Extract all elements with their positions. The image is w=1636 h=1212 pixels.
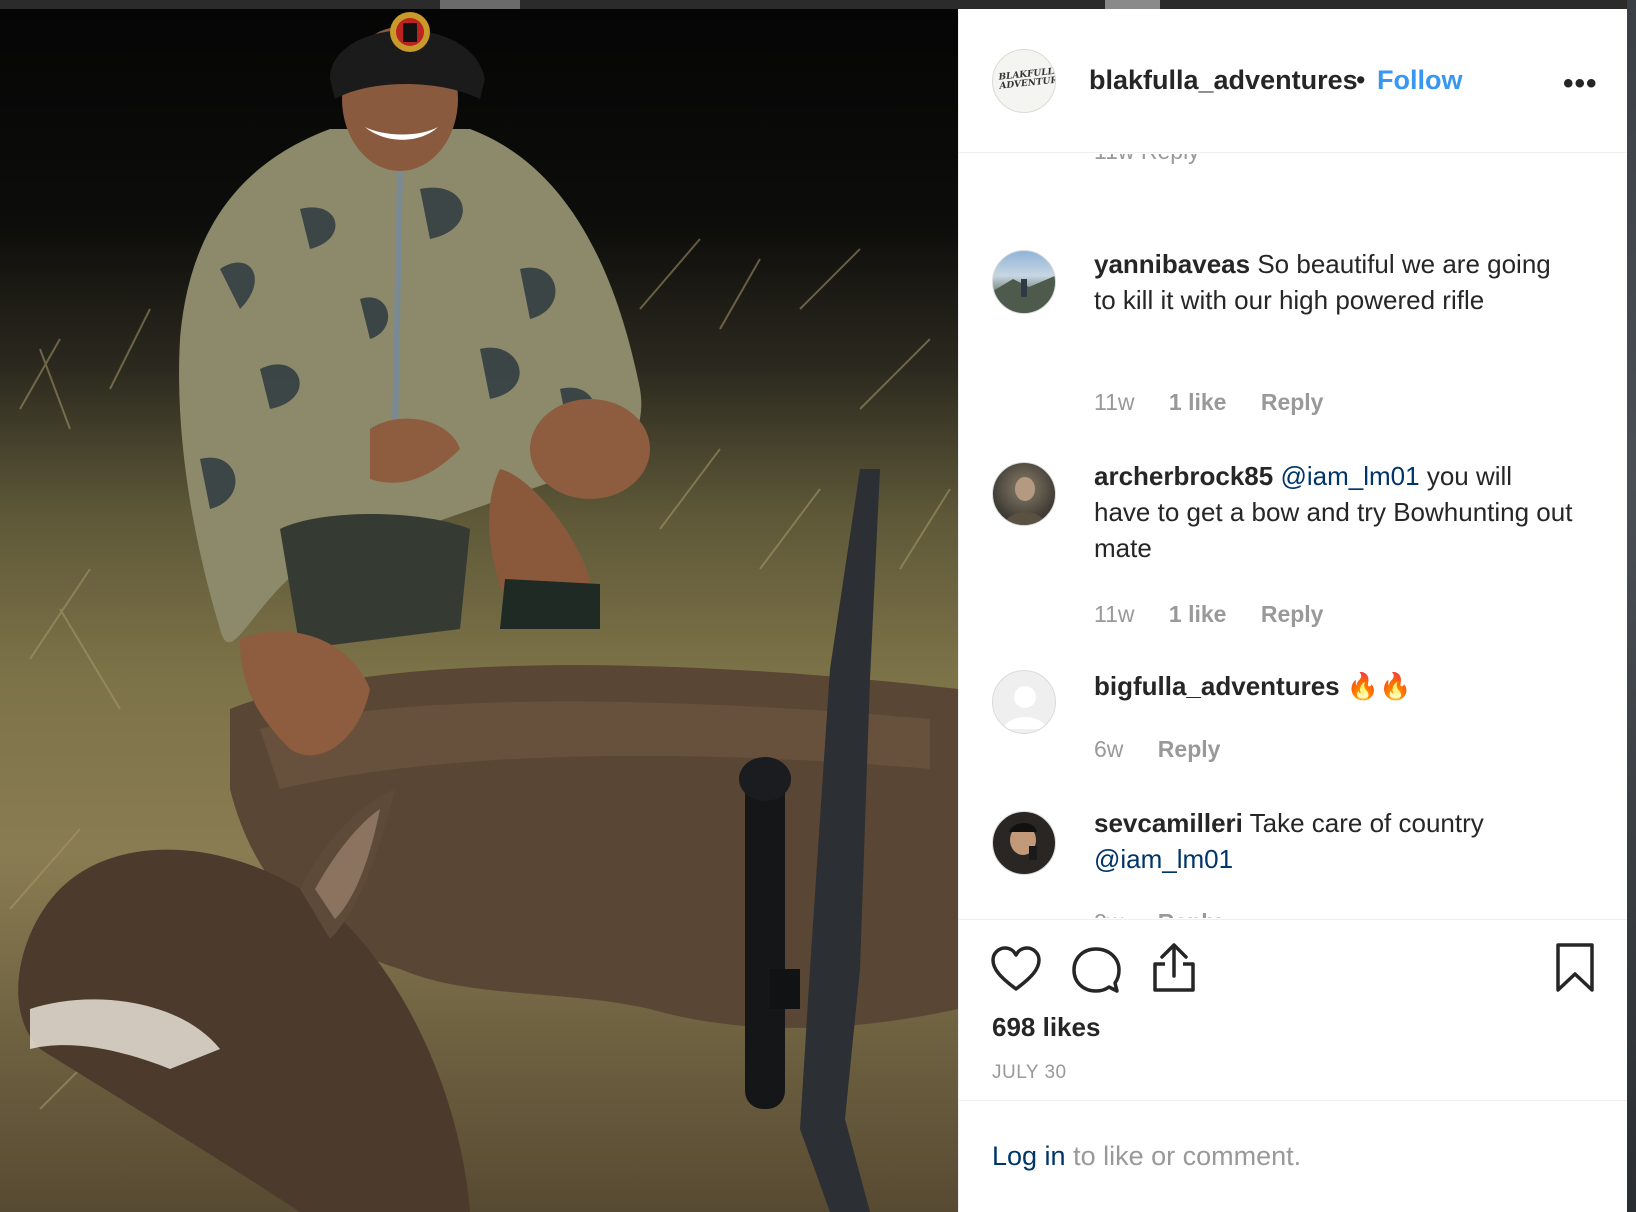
comment-meta: 2w Reply xyxy=(1094,909,1248,918)
commenter-avatar[interactable] xyxy=(992,462,1056,526)
comment-meta: 11w 1 like Reply xyxy=(1094,389,1351,416)
comment-mention[interactable]: @iam_lm01 xyxy=(1094,844,1233,874)
login-text: Log in to like or comment. xyxy=(992,1141,1301,1172)
comment-mention[interactable]: @iam_lm01 xyxy=(1280,461,1419,491)
account-avatar[interactable]: BLAKFULLA ADVENTURES xyxy=(992,49,1056,113)
account-username[interactable]: blakfulla_adventures xyxy=(1089,65,1358,96)
comment-username[interactable]: yannibaveas xyxy=(1094,249,1250,279)
comment-body: Take care of country xyxy=(1249,808,1484,838)
comment-likes[interactable]: 1 like xyxy=(1169,601,1227,627)
comment-body: 🔥🔥 xyxy=(1346,671,1412,701)
browser-top-strip xyxy=(0,0,1636,9)
comments-list[interactable]: 11w Reply yannibaveas So beautiful we ar… xyxy=(959,154,1628,918)
commenter-avatar[interactable] xyxy=(992,250,1056,314)
reply-button[interactable]: Reply xyxy=(1261,389,1324,415)
comment-text: yannibaveas So beautiful we are going to… xyxy=(1094,246,1574,318)
post-header: BLAKFULLA ADVENTURES blakfulla_adventure… xyxy=(959,9,1628,153)
page-edge xyxy=(1627,0,1636,1212)
bookmark-icon[interactable] xyxy=(1555,942,1595,994)
comment-text: sevcamilleri Take care of country @iam_l… xyxy=(1094,805,1574,877)
comment-username[interactable]: archerbrock85 xyxy=(1094,461,1273,491)
comment-age: 6w xyxy=(1094,736,1124,762)
comment-age: 11w xyxy=(1094,389,1135,415)
comment-likes[interactable]: 1 like xyxy=(1169,389,1227,415)
login-suffix: to like or comment. xyxy=(1065,1141,1302,1171)
reply-button[interactable]: Reply xyxy=(1158,909,1221,918)
comment-username[interactable]: bigfulla_adventures xyxy=(1094,671,1340,701)
comment-text: bigfulla_adventures 🔥🔥 xyxy=(1094,668,1574,704)
commenter-avatar[interactable] xyxy=(992,811,1056,875)
share-icon[interactable] xyxy=(1151,942,1197,994)
comment-meta: 6w Reply xyxy=(1094,736,1248,763)
login-link[interactable]: Log in xyxy=(992,1141,1066,1171)
comment-age: 2w xyxy=(1094,909,1123,918)
separator-dot: • xyxy=(1356,65,1366,95)
likes-count[interactable]: 698 likes xyxy=(992,1012,1100,1043)
reply-button[interactable]: Reply xyxy=(1261,601,1324,627)
strip-segment xyxy=(440,0,520,9)
avatar-logo-text: BLAKFULLA ADVENTURES xyxy=(998,66,1056,92)
comment-meta: 11w 1 like Reply xyxy=(1094,601,1351,628)
more-options-icon[interactable]: ••• xyxy=(1563,67,1598,101)
comment-username[interactable]: sevcamilleri xyxy=(1094,808,1243,838)
comment-age: 11w xyxy=(1094,601,1135,627)
reply-button[interactable]: Reply xyxy=(1158,736,1221,762)
comment-icon[interactable] xyxy=(1071,945,1121,995)
login-prompt: Log in to like or comment. xyxy=(959,1100,1628,1212)
post-photo[interactable] xyxy=(0,9,958,1212)
heart-icon[interactable] xyxy=(990,945,1042,993)
default-avatar-icon[interactable] xyxy=(992,670,1056,734)
follow-button[interactable]: Follow xyxy=(1377,65,1462,96)
post-actions: 698 likes JULY 30 xyxy=(959,919,1628,1109)
post-date: JULY 30 xyxy=(992,1062,1067,1083)
post-side-panel: BLAKFULLA ADVENTURES blakfulla_adventure… xyxy=(958,9,1628,1212)
comment-text: archerbrock85 @iam_lm01 you will have to… xyxy=(1094,458,1574,566)
cutoff-comment-meta: 11w Reply xyxy=(1094,154,1200,165)
strip-segment xyxy=(1105,0,1160,9)
photo-illustration xyxy=(9,12,958,1212)
